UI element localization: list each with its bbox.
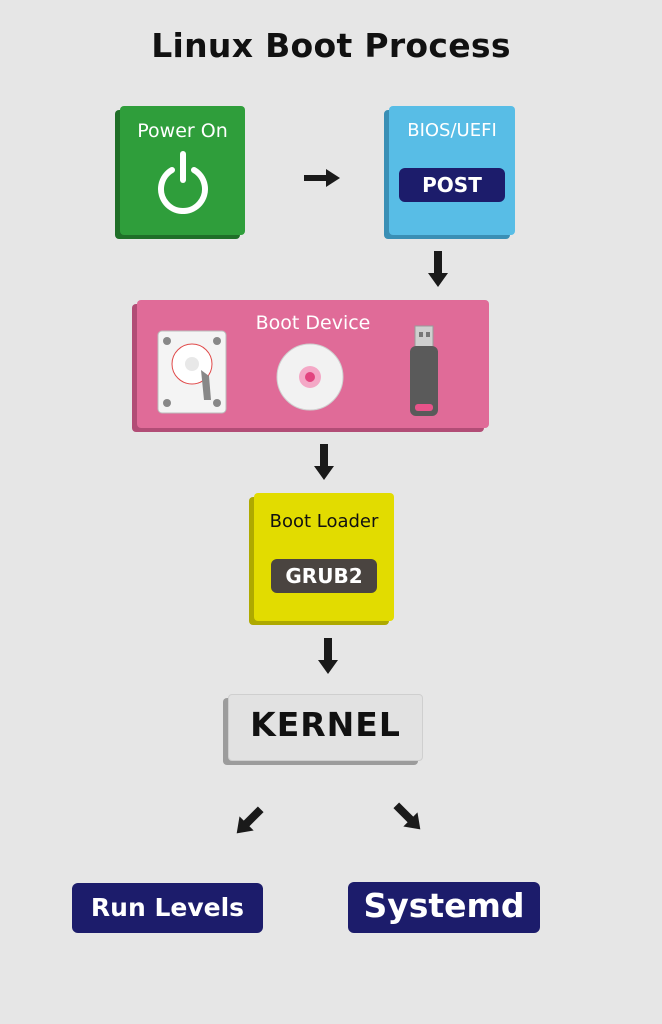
- kernel-label: KERNEL: [250, 705, 401, 744]
- arrow-down-icon: [428, 251, 448, 287]
- page-title: Linux Boot Process: [151, 26, 511, 65]
- boot-device-box: Boot Device: [137, 300, 489, 428]
- grub2-badge: GRUB2: [271, 559, 377, 593]
- power-on-box: Power On: [120, 106, 245, 235]
- bios-uefi-label: BIOS/UEFI: [407, 120, 497, 141]
- run-levels-box: Run Levels: [72, 883, 263, 933]
- bios-uefi-box: BIOS/UEFI POST: [389, 106, 515, 235]
- usb-drive-icon: [410, 325, 438, 416]
- systemd-box: Systemd: [348, 882, 540, 933]
- boot-loader-box: Boot Loader GRUB2: [254, 493, 394, 621]
- power-on-label: Power On: [137, 120, 228, 142]
- power-icon: [158, 151, 208, 214]
- arrow-down-icon: [314, 444, 334, 480]
- boot-loader-label: Boot Loader: [269, 511, 379, 532]
- hard-disk-icon: [157, 330, 227, 414]
- arrow-down-left-icon: [236, 806, 264, 834]
- arrow-down-right-icon: [393, 802, 421, 830]
- post-badge: POST: [399, 168, 505, 202]
- kernel-box: KERNEL: [228, 694, 423, 761]
- optical-disc-icon: [276, 343, 344, 411]
- arrow-down-icon: [318, 638, 338, 674]
- arrow-right-icon: [304, 169, 340, 187]
